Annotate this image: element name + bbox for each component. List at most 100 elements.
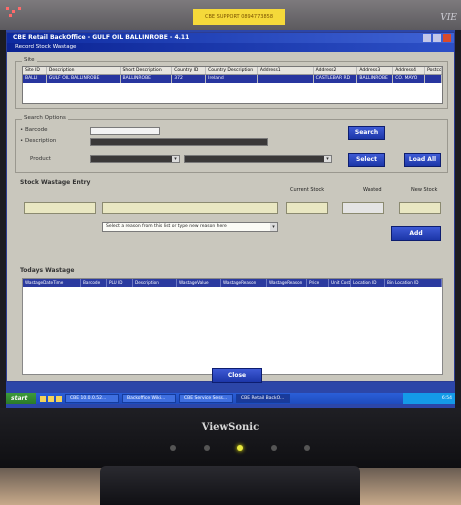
reason-combobox[interactable]: Select a reason from this list or type n… [102,222,278,232]
description-label: Description [25,138,57,144]
window-controls [423,34,451,42]
quick-launch [40,395,62,402]
form-title: Record Stock Wastage [15,44,77,50]
start-button[interactable]: start [6,393,36,404]
support-sticker: CBE SUPPORT 0894773858 [193,9,285,25]
entry-description-input[interactable] [102,202,278,214]
close-window-icon[interactable] [443,34,451,42]
site-group: Site Site ID Description Short Descripti… [15,57,448,109]
chevron-down-icon[interactable]: ▾ [270,223,277,231]
todays-wastage-headers: WastageDateTime Barcode PLU ID Descripti… [23,279,442,287]
monitor-button[interactable] [270,445,277,451]
taskbar-item[interactable]: CBE 10.0.0.52... [65,394,119,403]
description-input[interactable] [90,138,268,146]
monitor-brand-logo: ViewSonic [201,422,260,433]
search-options-legend: Search Options [22,115,68,121]
barcode-label: Barcode [25,127,48,133]
column-header[interactable]: Description [47,67,121,74]
monitor-buttons [170,445,310,455]
quick-launch-icon[interactable] [56,395,62,402]
column-header[interactable]: Short Description [121,67,173,74]
table-cell [258,75,314,83]
column-header[interactable]: WastageReason [221,279,267,287]
load-all-button[interactable]: Load All [404,153,441,167]
close-button[interactable]: Close [212,368,262,383]
column-header[interactable]: Country ID [172,67,207,74]
monitor-bezel: ViewSonic [0,408,461,468]
monitor-button[interactable] [203,445,210,451]
minimize-icon[interactable] [423,34,431,42]
new-stock-input[interactable] [399,202,441,214]
wasted-input[interactable] [342,202,384,214]
table-row[interactable]: BALLI GULF OIL BALLINROBE BALLINROBE 372… [23,75,443,83]
add-button[interactable]: Add [391,226,441,241]
table-cell [425,75,443,83]
select-button[interactable]: Select [348,153,385,167]
column-header[interactable]: PLU ID [107,279,133,287]
form-title-bar: Record Stock Wastage [7,43,454,52]
todays-wastage-grid[interactable]: WastageDateTime Barcode PLU ID Descripti… [22,278,443,375]
column-header[interactable]: WastageValue [177,279,221,287]
quick-launch-icon[interactable] [40,395,46,402]
quick-launch-icon[interactable] [48,395,54,402]
barcode-input[interactable] [90,127,160,135]
column-header[interactable]: Address4 [393,67,426,74]
table-cell: CO. MAYO [393,75,426,83]
column-header[interactable]: Address3 [357,67,394,74]
taskbar: start CBE 10.0.0.52... Backoffice Wiki..… [6,393,455,404]
monitor-top-bezel: CBE SUPPORT 0894773858 VIE [0,0,461,30]
monitor-button[interactable] [170,445,176,451]
table-cell: GULF OIL BALLINROBE [47,75,121,83]
site-grid-headers: Site ID Description Short Description Co… [23,67,443,75]
chevron-down-icon[interactable]: ▾ [172,156,179,162]
table-cell: BALLINROBE [357,75,394,83]
maximize-icon[interactable] [433,34,441,42]
column-header[interactable]: Address1 [258,67,314,74]
table-cell: CASTLEBAR RD [314,75,358,83]
table-cell: 372 [172,75,207,83]
system-tray-clock[interactable]: 6:54 [403,393,455,404]
table-cell: BALLI [23,75,47,83]
column-header[interactable]: Address2 [314,67,358,74]
reason-placeholder: Select a reason from this list or type n… [106,224,227,229]
column-header[interactable]: Unit Cost [329,279,351,287]
app-window: CBE Retail BackOffice - GULF OIL BALLINR… [6,32,455,382]
column-header[interactable]: Site ID [23,67,47,74]
entry-barcode-input[interactable] [24,202,96,214]
column-header[interactable]: Barcode [81,279,107,287]
stock-wastage-entry-legend: Stock Wastage Entry [18,179,93,186]
column-header[interactable]: Bin Location ID [385,279,442,287]
column-header[interactable]: Country Description [206,67,258,74]
app-title: CBE Retail BackOffice - GULF OIL BALLINR… [13,34,190,41]
site-legend: Site [22,57,37,63]
monitor-stand [100,466,360,505]
new-stock-label: New Stock [411,187,438,193]
taskbar-item[interactable]: CBE Service Sess... [179,394,233,403]
barcode-radio[interactable]: • Barcode [20,127,48,133]
sticker-logo-icon [6,7,24,19]
todays-wastage-group: Todays Wastage WastageDateTime Barcode P… [15,267,448,381]
product-select-2[interactable]: ▾ [184,155,332,163]
monitor-button[interactable] [304,445,310,451]
column-header[interactable]: WastageDateTime [23,279,81,287]
app-title-bar: CBE Retail BackOffice - GULF OIL BALLINR… [7,33,454,43]
current-stock-input[interactable] [286,202,328,214]
description-radio[interactable]: • Description [20,138,56,144]
product-label: Product [30,156,51,162]
column-header[interactable]: Price [307,279,329,287]
column-header[interactable]: Description [133,279,177,287]
column-header[interactable]: Location ID [351,279,385,287]
stock-wastage-entry-group: Stock Wastage Entry Current Stock Wasted… [15,179,448,263]
power-led-icon[interactable] [237,445,243,451]
site-grid[interactable]: Site ID Description Short Description Co… [22,66,443,104]
column-header[interactable]: Postco [425,67,443,74]
screen: CBE Retail BackOffice - GULF OIL BALLINR… [6,30,455,408]
chevron-down-icon[interactable]: ▾ [324,156,331,162]
column-header[interactable]: WastageReason [267,279,307,287]
wasted-label: Wasted [363,187,382,193]
taskbar-item[interactable]: Backoffice Wiki... [122,394,176,403]
current-stock-label: Current Stock [290,187,325,193]
product-select-1[interactable]: ▾ [90,155,180,163]
search-button[interactable]: Search [348,126,385,140]
taskbar-item[interactable]: CBE Retail BackO... [236,394,290,403]
